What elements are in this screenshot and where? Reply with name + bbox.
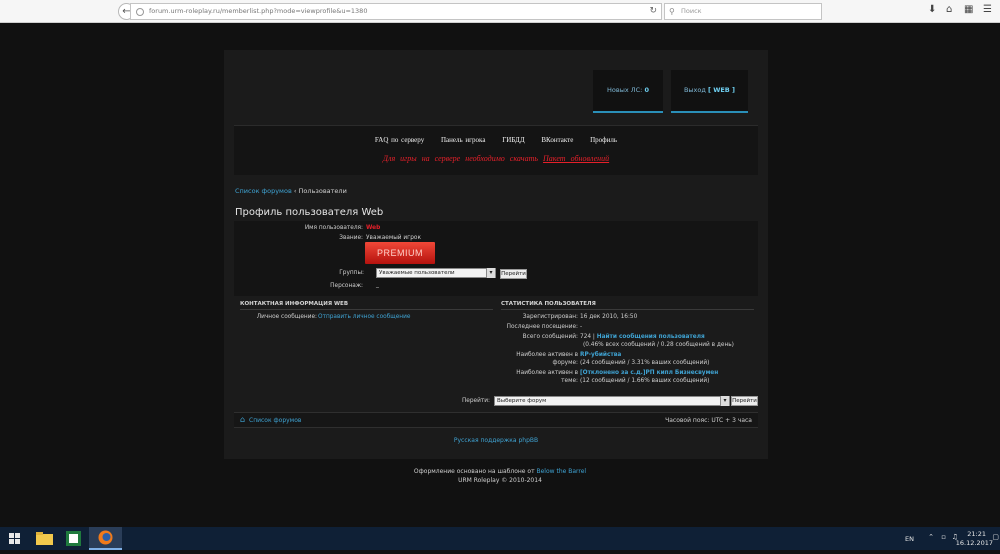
jump-go-button[interactable]: Перейти <box>731 396 758 406</box>
clock-time[interactable]: 21:21 <box>967 530 986 538</box>
active-forum-label-1: Наиболее активен в <box>516 352 578 358</box>
breadcrumb: Список форумов ‹ Пользователи <box>235 187 347 195</box>
find-posts-link[interactable]: Найти сообщения пользователя <box>597 334 705 340</box>
total-posts-label: Всего сообщений: <box>522 334 578 340</box>
nav-profile[interactable]: Профиль <box>590 136 617 144</box>
site-info-icon[interactable] <box>136 8 144 16</box>
rank-label: Звание: <box>339 235 363 241</box>
timezone-text: Часовой пояс: UTC + 3 часа <box>665 417 752 424</box>
menu-icon[interactable]: ☰ <box>983 4 992 15</box>
active-topic-detail: (12 сообщений / 1.66% ваших сообщений) <box>580 378 710 384</box>
logout-tab[interactable]: Выход [ WEB ] <box>671 70 748 113</box>
credits-line-1: Оформление основано на шаблоне от Below … <box>0 467 1000 476</box>
total-posts-row: 724 | Найти сообщения пользователя <box>580 334 705 340</box>
main-navbar: FAQ по серверу Панель игрока ГИБДД ВКонт… <box>234 125 758 175</box>
language-indicator[interactable]: EN <box>905 535 914 543</box>
template-author-link[interactable]: Below the Barrel <box>537 468 587 475</box>
last-visit-value: - <box>580 324 583 330</box>
notice-text: Для игры на сервере необходимо скачать <box>382 154 539 163</box>
file-explorer-taskbar[interactable] <box>30 527 59 550</box>
logout-user: [ WEB ] <box>707 86 736 94</box>
address-bar[interactable]: forum.urm-roleplay.ru/memberlist.php?mod… <box>130 3 662 20</box>
excel-taskbar[interactable] <box>59 527 88 550</box>
jump-select-value: Выберите форум <box>497 398 547 404</box>
home-icon: ⌂ <box>240 415 246 424</box>
group-select-value: Уважаемые пользователи <box>379 270 455 276</box>
nav-gibdd[interactable]: ГИБДД <box>502 136 524 144</box>
nav-player-panel[interactable]: Панель игрока <box>441 136 485 144</box>
active-forum-label-2: форуме: <box>552 360 578 366</box>
search-placeholder: Поиск <box>681 7 702 15</box>
groups-label: Группы: <box>339 270 364 276</box>
site-credits: Оформление основано на шаблоне от Below … <box>0 467 1000 485</box>
last-visit-label: Последнее посещение: <box>506 324 578 330</box>
footer-forum-list-link[interactable]: Список форумов <box>249 417 301 424</box>
nav-links: FAQ по серверу Панель игрока ГИБДД ВКонт… <box>234 136 758 144</box>
folder-icon <box>36 532 53 545</box>
credits-prefix: Оформление основано на шаблоне от <box>413 468 535 475</box>
nav-vkontakte[interactable]: ВКонтакте <box>541 136 573 144</box>
active-topic-link[interactable]: [Отклонено за с.д.]РП кипл Бизнесвумен <box>580 370 718 376</box>
username-label: Имя пользователя: <box>304 225 363 231</box>
personal-label: Персонаж: <box>330 283 363 289</box>
download-notice: Для игры на сервере необходимо скачать П… <box>234 154 758 163</box>
active-forum-link[interactable]: RP-убийства <box>580 352 621 358</box>
breadcrumb-forum-list[interactable]: Список форумов <box>235 187 292 195</box>
jump-label: Перейти: <box>461 398 490 404</box>
pm-label: Личное сообщение: <box>256 314 317 320</box>
forum-page: Новых ЛС: 0 Выход [ WEB ] FAQ по серверу… <box>224 50 768 459</box>
clock-date[interactable]: 16.12.2017 <box>956 539 993 547</box>
page-title: Профиль пользователя Web <box>235 207 384 218</box>
library-icon[interactable]: ▦ <box>964 4 973 15</box>
home-icon[interactable]: ⌂ <box>946 4 952 15</box>
taskbar: EN ⌃ ▫ ♫ 21:21 16.12.2017 ▢ <box>0 527 1000 550</box>
chevron-down-icon: ▾ <box>486 268 495 278</box>
breadcrumb-current: Пользователи <box>298 187 347 195</box>
search-icon: ⚲ <box>669 7 675 16</box>
registered-value: 16 дек 2010, 16:50 <box>580 314 638 320</box>
nav-faq[interactable]: FAQ по серверу <box>375 136 424 144</box>
firefox-taskbar[interactable] <box>89 527 122 550</box>
start-button[interactable] <box>0 527 30 550</box>
spreadsheet-icon <box>66 531 81 546</box>
windows-logo-icon <box>9 533 20 544</box>
chevron-down-icon: ▾ <box>720 396 729 406</box>
network-icon[interactable]: ▫ <box>941 533 946 541</box>
active-topic-label-1: Наиболее активен в <box>516 370 578 376</box>
username-value: Web <box>366 225 381 231</box>
active-forum-detail: (24 сообщений / 3.31% ваших сообщений) <box>580 360 710 366</box>
stats-heading: СТАТИСТИКА ПОЛЬЗОВАТЕЛЯ <box>501 301 754 310</box>
new-pm-label: Новых ЛС: <box>607 86 643 94</box>
address-text: forum.urm-roleplay.ru/memberlist.php?mod… <box>149 7 368 15</box>
new-pm-count: 0 <box>644 86 649 94</box>
premium-badge: PREMIUM <box>365 242 435 264</box>
jump-select[interactable]: Выберите форум ▾ <box>494 396 730 406</box>
update-pack-link[interactable]: Пакет обновлений <box>543 154 609 163</box>
credits-line-2: URM Roleplay © 2010-2014 <box>458 477 542 484</box>
browser-toolbar: ← forum.urm-roleplay.ru/memberlist.php?m… <box>0 0 1000 23</box>
posts-share: (0.46% всех сообщений / 0.28 сообщений в… <box>583 342 734 348</box>
send-pm-link[interactable]: Отправить личное сообщение <box>318 314 410 320</box>
contact-heading: КОНТАКТНАЯ ИНФОРМАЦИЯ WEB <box>240 301 493 310</box>
group-select[interactable]: Уважаемые пользователи ▾ <box>376 268 496 278</box>
reload-icon[interactable]: ↻ <box>649 4 657 19</box>
phpbb-support-link[interactable]: Русская поддержка phpBB <box>224 437 768 444</box>
footer-bar: ⌂ Список форумов Часовой пояс: UTC + 3 ч… <box>234 412 758 428</box>
active-topic-label-2: теме: <box>561 378 578 384</box>
breadcrumb-separator: ‹ <box>293 187 297 195</box>
total-posts-value: 724 <box>580 334 592 340</box>
group-go-button[interactable]: Перейти <box>500 269 527 279</box>
profile-panel: Имя пользователя: Web Звание: Уважаемый … <box>234 221 758 296</box>
download-icon[interactable]: ⬇ <box>928 4 936 15</box>
new-pm-tab[interactable]: Новых ЛС: 0 <box>593 70 663 113</box>
personal-value: _ <box>376 282 379 288</box>
notifications-icon[interactable]: ▢ <box>992 533 999 541</box>
tray-chevron-icon[interactable]: ⌃ <box>928 533 934 541</box>
rank-value: Уважаемый игрок <box>366 235 421 241</box>
search-input[interactable]: ⚲ Поиск <box>664 3 822 20</box>
registered-label: Зарегистрирован: <box>522 314 578 320</box>
firefox-icon <box>98 530 113 545</box>
logout-label: Выход <box>683 86 706 94</box>
